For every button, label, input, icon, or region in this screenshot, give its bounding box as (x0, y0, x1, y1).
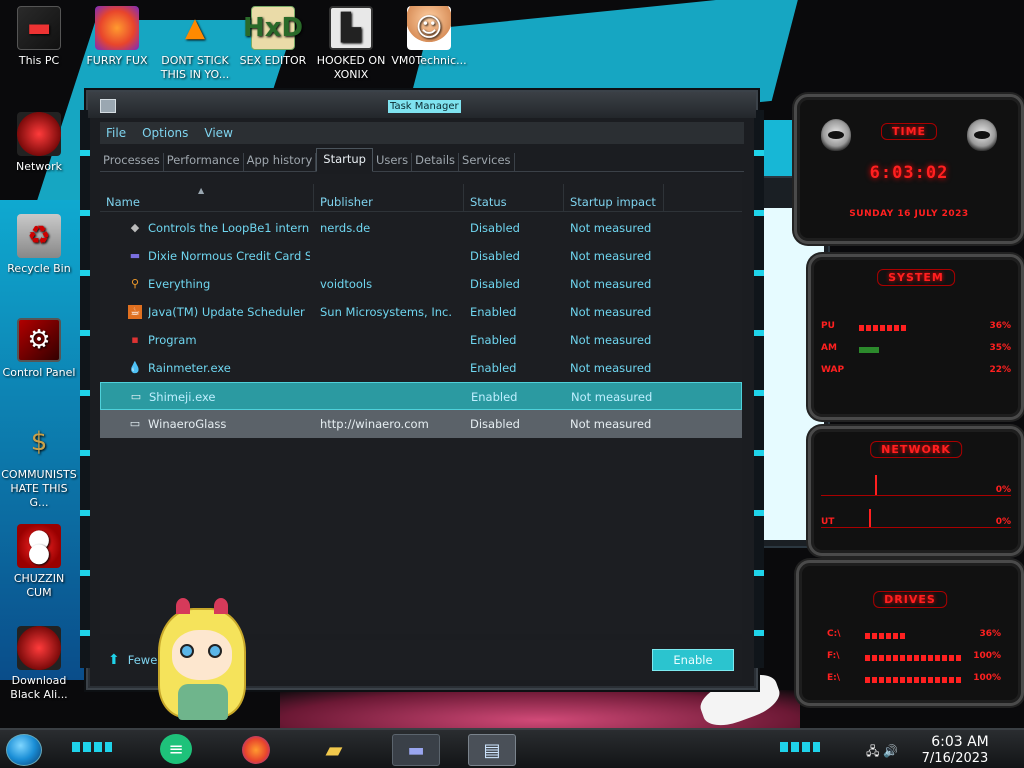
drives-gadget[interactable]: DRIVES C:\ 36% F:\ 100% E:\ 100% (796, 560, 1024, 706)
desktop-icon-vlc[interactable]: ▲ DONT STICK THIS IN YO... (156, 6, 234, 82)
program-icon: ▪ (131, 333, 139, 346)
character-face (172, 630, 232, 680)
java-icon: ☕ (128, 305, 142, 319)
task-manager-icon (100, 99, 116, 113)
desktop-icon-network[interactable]: Network (0, 112, 78, 174)
loopbe-icon: ◆ (130, 221, 140, 234)
menu-view[interactable]: View (204, 126, 232, 140)
recycle-bin-icon: ♻ (17, 214, 61, 258)
firefox-icon[interactable] (238, 734, 274, 766)
drive-e-meter: E:\ 100% (827, 673, 1001, 683)
firefox-icon (95, 6, 139, 50)
start-button[interactable] (6, 734, 42, 766)
system-gadget[interactable]: SYSTEM PU 36% AM 35% WAP 22% (808, 254, 1024, 420)
desktop-icon-control-panel[interactable]: ⚙ Control Panel (0, 318, 78, 380)
desktop-icon-this-pc[interactable]: ▬ This PC (0, 6, 78, 68)
table-row[interactable]: 💧 Rainmeter.exe Enabled Not measured (100, 354, 742, 382)
desktop-icon-furry-fux[interactable]: FURRY FUX (78, 6, 156, 68)
gadget-clock: 6:03:02 (869, 163, 949, 183)
ram-meter: AM 35% (821, 343, 1011, 353)
network-gadget-title: NETWORK (870, 441, 962, 458)
title-bar[interactable]: Task Manager (88, 92, 756, 118)
time-gadget-title: TIME (880, 123, 938, 140)
tab-services[interactable]: Services (459, 153, 515, 171)
tab-performance[interactable]: Performance (164, 153, 244, 171)
tab-bar: Processes Performance App history Startu… (100, 148, 744, 172)
gadget-date: SUNDAY 16 JULY 2023 (849, 209, 969, 219)
tab-app-history[interactable]: App history (244, 153, 317, 171)
table-row[interactable]: ▬ Dixie Normous Credit Card S... Disable… (100, 242, 742, 270)
chat-app-icon[interactable]: ≡ (160, 734, 192, 764)
alien-icon (967, 119, 997, 151)
network-icon (17, 112, 61, 156)
desktop-icon-download-black-alien[interactable]: Download Black Ali... (0, 626, 78, 702)
tab-users[interactable]: Users (373, 153, 413, 171)
desktop-icon-sex-editor[interactable]: HxD SEX EDITOR (234, 6, 312, 68)
window-icon: ▭ (129, 417, 141, 430)
tab-details[interactable]: Details (412, 153, 460, 171)
drive-c-meter: C:\ 36% (827, 629, 1001, 639)
drive-f-meter: F:\ 100% (827, 651, 1001, 661)
table-row[interactable]: ◆ Controls the LoopBe1 intern... nerds.d… (100, 214, 742, 242)
control-panel-icon: ⚙ (17, 318, 61, 362)
desktop-icon-hooked-on-xonix[interactable]: ▙ HOOKED ON XONIX (312, 6, 390, 82)
column-header-publisher[interactable]: Publisher (314, 184, 464, 212)
table-row[interactable]: ☕ Java(TM) Update Scheduler Sun Microsys… (100, 298, 742, 326)
drives-gadget-title: DRIVES (873, 591, 947, 608)
chuzzle-icon: ● ● (17, 524, 61, 568)
table-row[interactable]: ▪ Program Enabled Not measured (100, 326, 742, 354)
alien-icon (17, 626, 61, 670)
shimeji-character[interactable] (152, 598, 252, 724)
network-gadget[interactable]: NETWORK 0% UT 0% (808, 426, 1024, 556)
menu-bar: File Options View (100, 122, 744, 144)
system-gadget-title: SYSTEM (877, 269, 955, 286)
desktop-icon-chuzzin[interactable]: ● ● CHUZZIN CUM (0, 524, 78, 600)
network-download: 0% (995, 485, 1011, 495)
money-bag-icon: $ (30, 427, 48, 457)
task-manager-icon[interactable]: ▤ (468, 734, 516, 766)
table-row-selected[interactable]: ▭ Shimeji.exe Enabled Not measured (100, 382, 742, 410)
time-gadget[interactable]: TIME 6:03:02 SUNDAY 16 JULY 2023 (794, 94, 1024, 244)
table-row[interactable]: ⚲ Everything voidtools Disabled Not meas… (100, 270, 742, 298)
swap-meter: WAP 22% (821, 365, 1011, 375)
taskbar-clock-date[interactable]: 7/16/2023 (910, 751, 1000, 766)
hxd-icon: HxD (243, 6, 303, 50)
desktop-icon-communists[interactable]: $ COMMUNISTS HATE THIS G... (0, 420, 78, 510)
taskbar: ≡ ▰ ▬ ▤ 🖧 🔊 6:03 AM 7/16/2023 (0, 728, 1024, 768)
desktop-icon-recycle-bin[interactable]: ♻ Recycle Bin (0, 214, 78, 276)
window-title: Task Manager (388, 100, 461, 113)
rainmeter-icon: 💧 (128, 361, 142, 374)
menu-file[interactable]: File (106, 126, 126, 140)
window-frame-right-decoration (754, 110, 764, 668)
startup-list: ▲ Name Publisher Status Startup impact ◆… (100, 174, 742, 634)
taskbar-clock-time[interactable]: 6:03 AM (920, 734, 1000, 750)
tab-processes[interactable]: Processes (100, 153, 164, 171)
search-icon: ⚲ (130, 277, 140, 290)
vlc-icon: ▲ (185, 13, 205, 43)
window-frame-left-decoration (80, 110, 90, 668)
menu-options[interactable]: Options (142, 126, 188, 140)
game-icon: ▙ (329, 6, 373, 50)
table-row[interactable]: ▭ WinaeroGlass http://winaero.com Disabl… (100, 410, 742, 438)
network-volume-icons[interactable]: 🖧 🔊 (866, 742, 906, 763)
chevron-up-icon: ⬆ (108, 652, 120, 668)
desktop-icon-vm0technic[interactable]: ☺ VM0Technic... (390, 6, 468, 68)
credit-card-icon: ▬ (129, 249, 141, 262)
network-upload: UT 0% (821, 517, 1011, 527)
cpu-meter: PU 36% (821, 321, 1011, 331)
column-header-row: ▲ Name Publisher Status Startup impact (100, 184, 742, 212)
alien-icon (821, 119, 851, 151)
column-header-startup-impact[interactable]: Startup impact (564, 184, 664, 212)
credit-card-app-icon[interactable]: ▬ (392, 734, 440, 766)
tab-startup[interactable]: Startup (316, 148, 373, 172)
column-header-name[interactable]: Name (100, 184, 314, 212)
doctor-icon: ☺ (407, 6, 451, 50)
column-header-status[interactable]: Status (464, 184, 564, 212)
computer-icon: ▬ (17, 6, 61, 50)
window-icon: ▭ (130, 390, 142, 403)
enable-button[interactable]: Enable (652, 649, 734, 671)
file-explorer-icon[interactable]: ▰ (316, 734, 352, 766)
